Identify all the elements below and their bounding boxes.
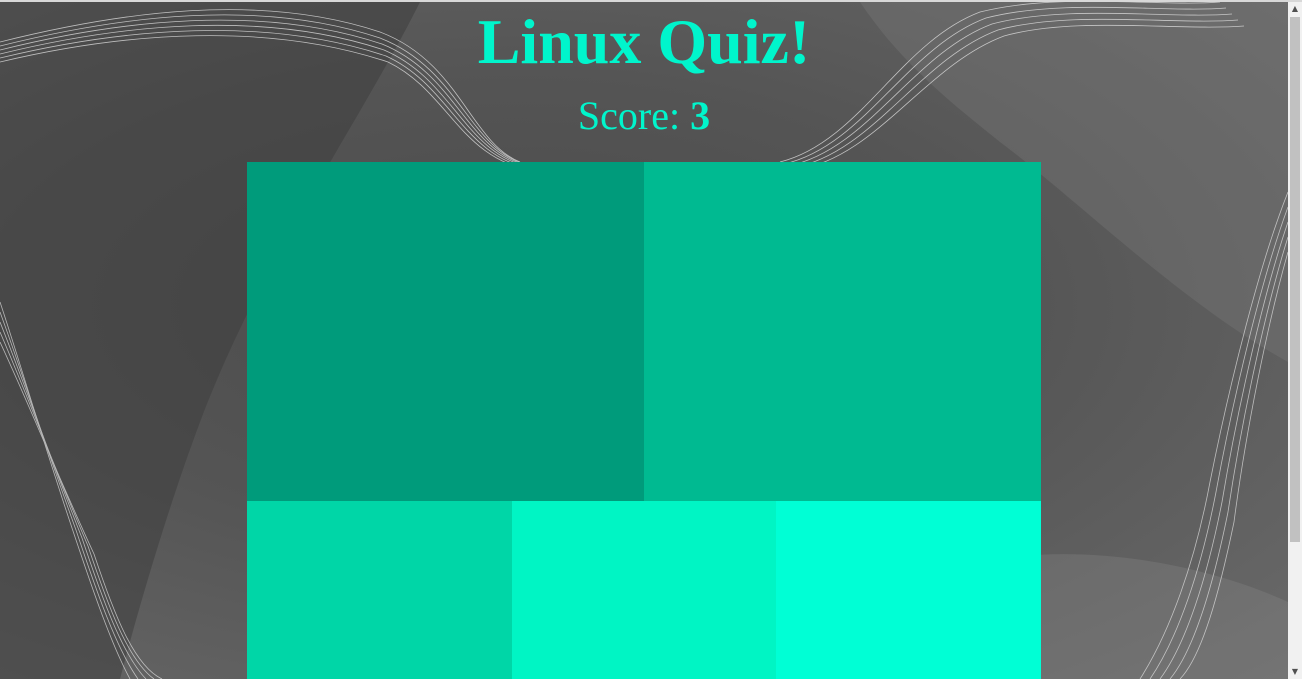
quiz-tile[interactable]	[247, 162, 644, 501]
quiz-tile[interactable]	[776, 501, 1041, 679]
triangle-up-icon[interactable]: ▲	[1288, 2, 1302, 16]
score-label: Score:	[577, 93, 681, 138]
scrollbar-thumb[interactable]	[1290, 17, 1300, 542]
score-value: 3	[690, 93, 711, 138]
score-display: Score: 3	[0, 93, 1288, 139]
quiz-tile[interactable]	[512, 501, 776, 679]
quiz-tile[interactable]	[644, 162, 1041, 501]
quiz-tile-grid	[247, 162, 1041, 679]
quiz-tile[interactable]	[247, 501, 512, 679]
vertical-scrollbar[interactable]: ▲ ▼	[1288, 2, 1302, 679]
page-title: Linux Quiz!	[477, 6, 811, 77]
triangle-down-icon[interactable]: ▼	[1288, 665, 1302, 679]
